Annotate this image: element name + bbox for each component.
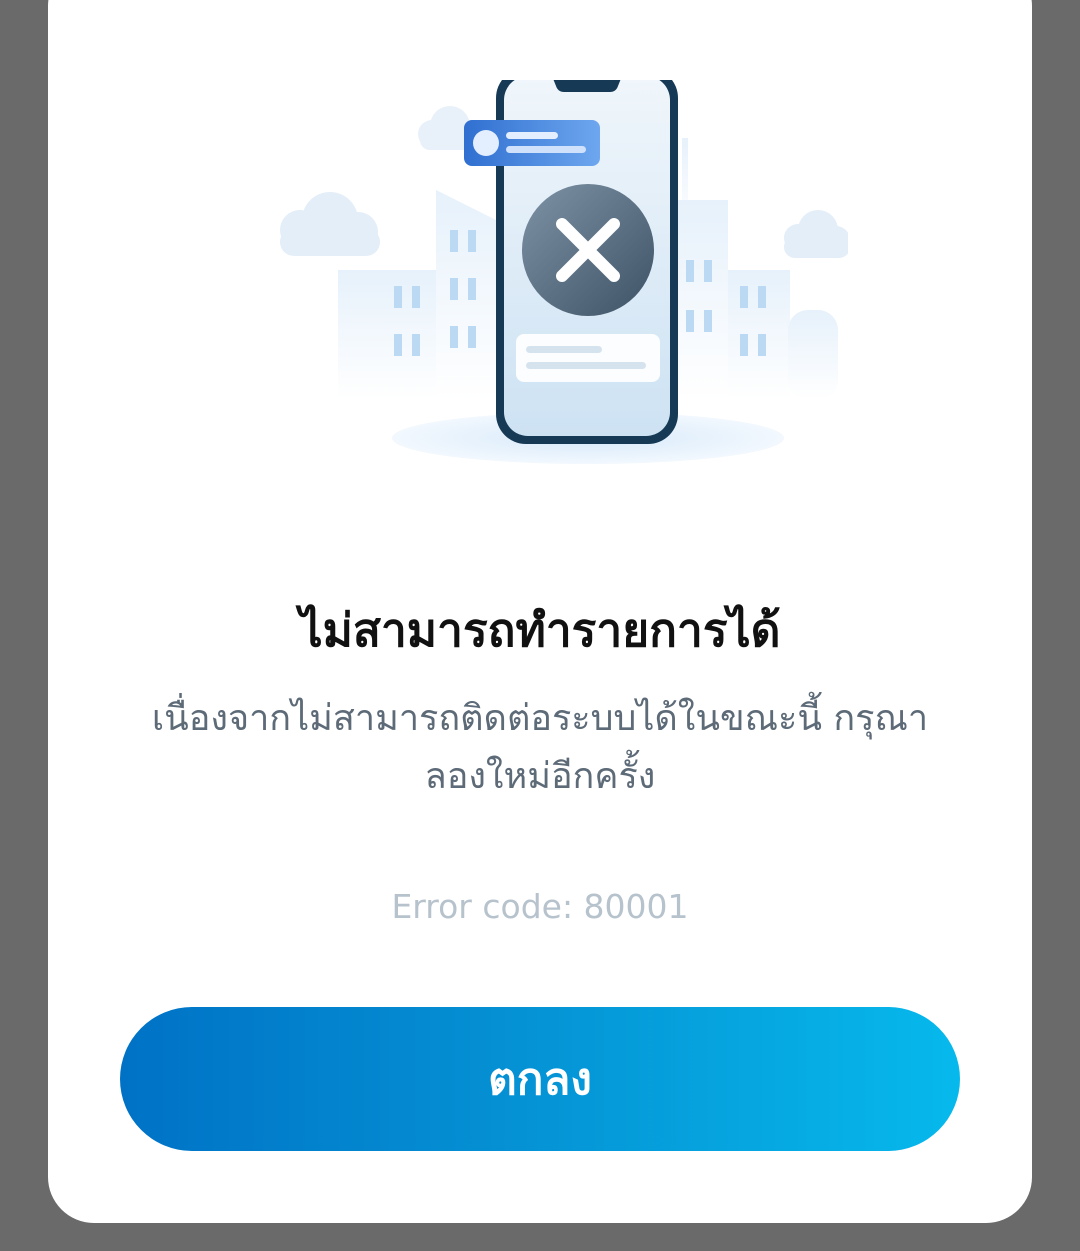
error-code-label: Error code: 80001 — [391, 887, 689, 926]
cloud-left-icon — [280, 192, 380, 256]
error-dialog: ไม่สามารถทำรายการได้ เนื่องจากไม่สามารถต… — [48, 0, 1032, 1223]
ok-button[interactable]: ตกลง — [120, 1007, 960, 1151]
dialog-message: เนื่องจากไม่สามารถติดต่อระบบได้ในขณะนี้ … — [151, 698, 929, 797]
phone-error-illustration — [280, 80, 848, 464]
dialog-title: ไม่สามารถทำรายการได้ — [299, 603, 781, 657]
phone-icon — [464, 80, 678, 444]
cloud-right-icon — [784, 210, 848, 258]
placeholder-card — [516, 334, 660, 382]
